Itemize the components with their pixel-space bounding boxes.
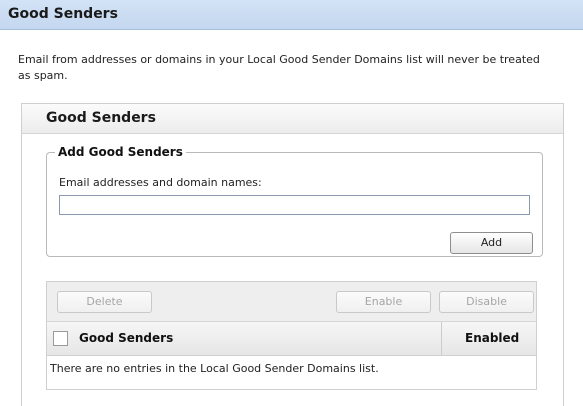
add-good-senders-group: Add Good Senders Email addresses and dom… [46, 145, 543, 257]
email-domain-input[interactable] [59, 195, 530, 215]
page-title: Good Senders [8, 6, 118, 22]
email-domain-label: Email addresses and domain names: [59, 176, 262, 189]
select-all-checkbox[interactable] [53, 331, 68, 346]
page-title-bar: Good Senders [0, 0, 583, 30]
grid-toolbar: Delete Enable Disable [47, 282, 536, 322]
intro-text: Email from addresses or domains in your … [18, 53, 540, 82]
delete-button[interactable]: Delete [57, 291, 152, 313]
empty-list-message: There are no entries in the Local Good S… [50, 362, 379, 375]
column-header-good-senders[interactable]: Good Senders [79, 331, 173, 345]
enable-button[interactable]: Enable [336, 291, 431, 313]
good-senders-grid: Delete Enable Disable Good Senders Enabl… [46, 281, 537, 390]
column-divider [441, 322, 442, 355]
disable-button[interactable]: Disable [439, 291, 534, 313]
panel-header: Good Senders [22, 104, 563, 134]
panel-title: Good Senders [46, 110, 156, 126]
column-header-enabled[interactable]: Enabled [465, 331, 519, 345]
good-senders-panel: Good Senders Add Good Senders Email addr… [21, 103, 564, 406]
add-good-senders-legend: Add Good Senders [58, 145, 183, 159]
grid-header-row: Good Senders Enabled [47, 322, 536, 356]
add-button[interactable]: Add [450, 232, 533, 254]
